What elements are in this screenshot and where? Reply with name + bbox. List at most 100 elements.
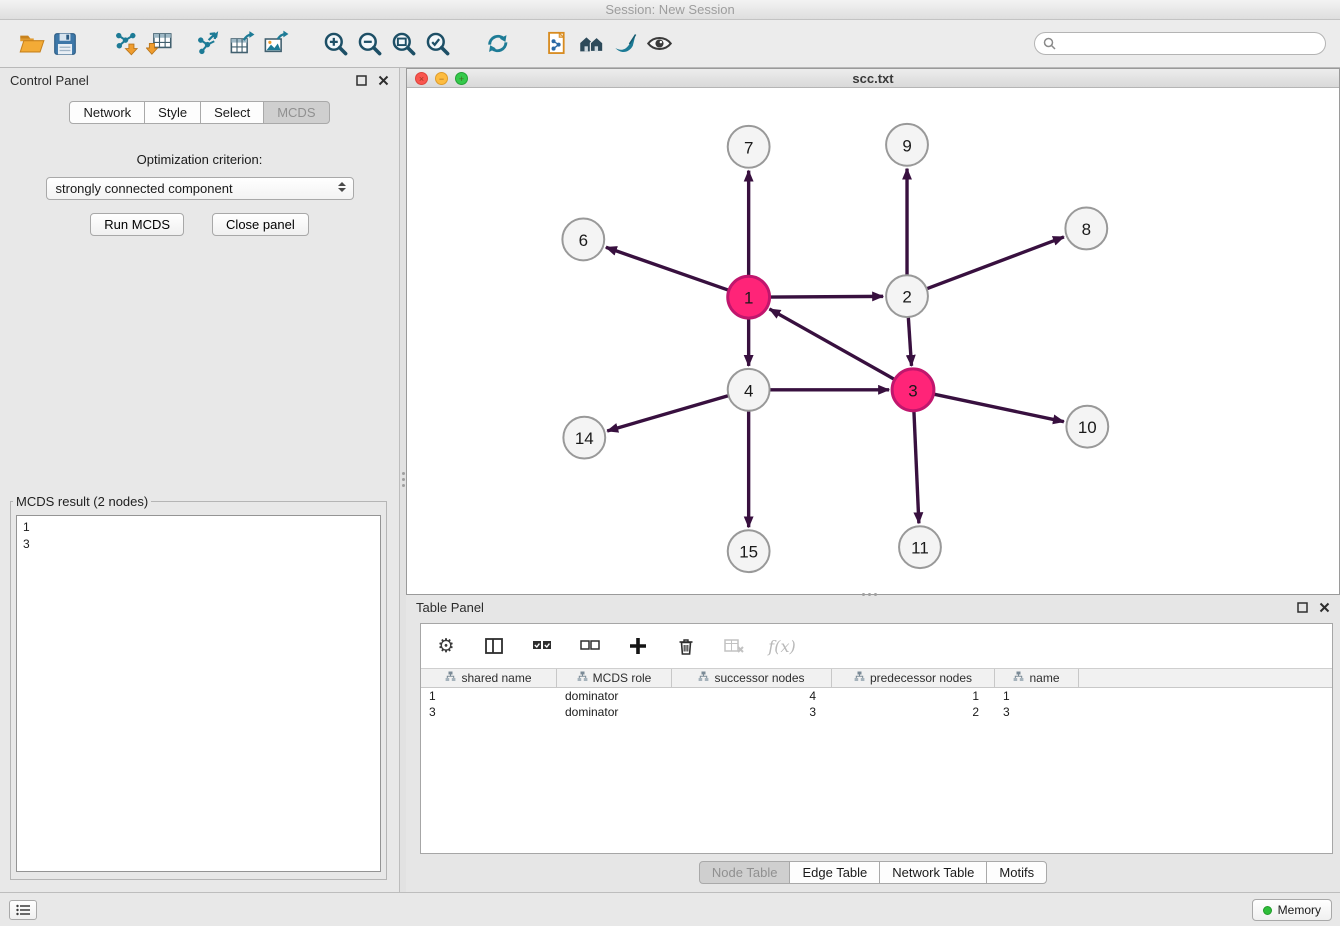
table-panel-header: Table Panel [406,595,1340,619]
folder-back [20,36,30,39]
table-cell[interactable]: dominator [557,688,672,704]
column-header-shared-name[interactable]: shared name [421,669,557,687]
show-graphics-details-icon[interactable] [642,27,676,61]
table-panel-tabs: Node TableEdge TableNetwork TableMotifs [406,861,1340,884]
add-row-icon[interactable] [625,633,651,659]
delete-row-icon[interactable] [673,633,699,659]
table-cell[interactable]: 2 [832,704,995,720]
application-window: Session: New Session [0,0,1340,926]
node-label-10: 10 [1078,418,1097,437]
optimization-criterion-select[interactable]: strongly connected component [46,177,354,200]
table-settings-icon[interactable]: ⚙ [433,633,459,659]
network-canvas[interactable]: 7968124314101511 [407,88,1339,594]
tab-node-table[interactable]: Node Table [699,861,791,884]
zoom-in-icon[interactable] [318,27,352,61]
zoom-window-icon[interactable]: + [455,72,468,85]
open-session-icon[interactable] [14,27,48,61]
table-panel-title: Table Panel [416,600,484,615]
network-graph[interactable]: 7968124314101511 [407,88,1339,594]
edge-1-2[interactable] [770,296,884,297]
table-cell[interactable]: 3 [421,704,557,720]
sort-column-icon [577,671,588,685]
splitter-grip-icon[interactable] [401,466,405,492]
close-table-panel-icon[interactable] [1318,601,1330,613]
table-cell[interactable]: 1 [832,688,995,704]
node-label-4: 4 [744,381,753,400]
task-history-button[interactable] [9,900,37,920]
edge-3-1[interactable] [769,309,894,380]
edge-3-10[interactable] [933,394,1063,422]
tab-edge-table[interactable]: Edge Table [789,861,880,884]
save-session-icon[interactable] [48,27,82,61]
search-input[interactable] [1061,36,1317,51]
network-window-titlebar: × − + scc.txt [407,69,1339,88]
import-public-database-icon[interactable] [540,27,574,61]
window-titlebar: Session: New Session [0,0,1340,20]
status-bar: Memory [0,892,1340,926]
close-panel-button[interactable]: Close panel [212,213,309,236]
mcds-result-box[interactable]: 13 [16,515,381,872]
control-panel-title: Control Panel [10,73,89,88]
refresh-layout-icon[interactable] [480,27,514,61]
column-header-label: successor nodes [714,671,804,685]
tab-motifs[interactable]: Motifs [986,861,1047,884]
import-table-file-icon[interactable] [142,27,176,61]
apply-style-icon[interactable] [608,27,642,61]
table-cell[interactable]: 3 [995,704,1079,720]
home-networks-icon[interactable] [574,27,608,61]
column-header-predecessor-nodes[interactable]: predecessor nodes [832,669,995,687]
export-network-icon[interactable] [190,27,224,61]
table-toolbar: ⚙ [421,624,1332,668]
zoom-fit-icon[interactable] [386,27,420,61]
tab-network-table[interactable]: Network Table [879,861,987,884]
table-panel: Table Panel ⚙ [406,595,1340,892]
table-header-row: shared nameMCDS role successor nodes prede… [421,668,1332,688]
close-window-icon[interactable]: × [415,72,428,85]
table-cell[interactable]: 1 [421,688,557,704]
column-header-name[interactable]: name [995,669,1079,687]
control-panel-tabs: NetworkStyleSelectMCDS [0,101,399,124]
memory-button[interactable]: Memory [1252,899,1332,921]
zoom-selected-icon[interactable] [420,27,454,61]
optimization-criterion-label: Optimization criterion: [0,152,399,167]
edge-3-11[interactable] [914,411,919,524]
table-cell[interactable]: 4 [672,688,832,704]
show-columns-icon[interactable] [481,633,507,659]
table-cell[interactable]: 1 [995,688,1079,704]
float-table-panel-icon[interactable] [1296,601,1308,613]
close-panel-icon[interactable] [377,74,389,86]
table-body: 1dominator4113dominator323 [421,688,1332,720]
tab-mcds[interactable]: MCDS [263,101,329,124]
edge-2-3[interactable] [908,317,911,366]
column-header-MCDS-role[interactable]: MCDS role [557,669,672,687]
table-cell[interactable]: dominator [557,704,672,720]
tab-select[interactable]: Select [200,101,264,124]
export-table-icon[interactable] [224,27,258,61]
minimize-window-icon[interactable]: − [435,72,448,85]
horizontal-splitter-grip-icon[interactable] [854,592,884,596]
tab-network[interactable]: Network [69,101,145,124]
node-label-15: 15 [739,543,758,562]
sort-column-icon [854,671,865,685]
edge-2-8[interactable] [927,237,1064,289]
column-header-successor-nodes[interactable]: successor nodes [672,669,832,687]
main-toolbar [0,20,1340,68]
import-network-file-icon[interactable] [108,27,142,61]
table-row[interactable]: 1dominator411 [421,688,1332,704]
node-label-9: 9 [902,136,911,155]
deselect-all-icon[interactable] [577,633,603,659]
tab-style[interactable]: Style [144,101,201,124]
edge-1-6[interactable] [606,247,729,290]
select-all-icon[interactable] [529,633,555,659]
result-line: 3 [23,536,374,553]
table-row[interactable]: 3dominator323 [421,704,1332,720]
float-panel-icon[interactable] [355,74,367,86]
search-box[interactable] [1034,32,1326,55]
node-label-2: 2 [902,288,911,307]
export-image-icon[interactable] [258,27,292,61]
network-view-window: × − + scc.txt 7968124314101511 [406,68,1340,595]
table-cell[interactable]: 3 [672,704,832,720]
run-mcds-button[interactable]: Run MCDS [90,213,184,236]
zoom-out-icon[interactable] [352,27,386,61]
edge-4-14[interactable] [607,396,728,431]
